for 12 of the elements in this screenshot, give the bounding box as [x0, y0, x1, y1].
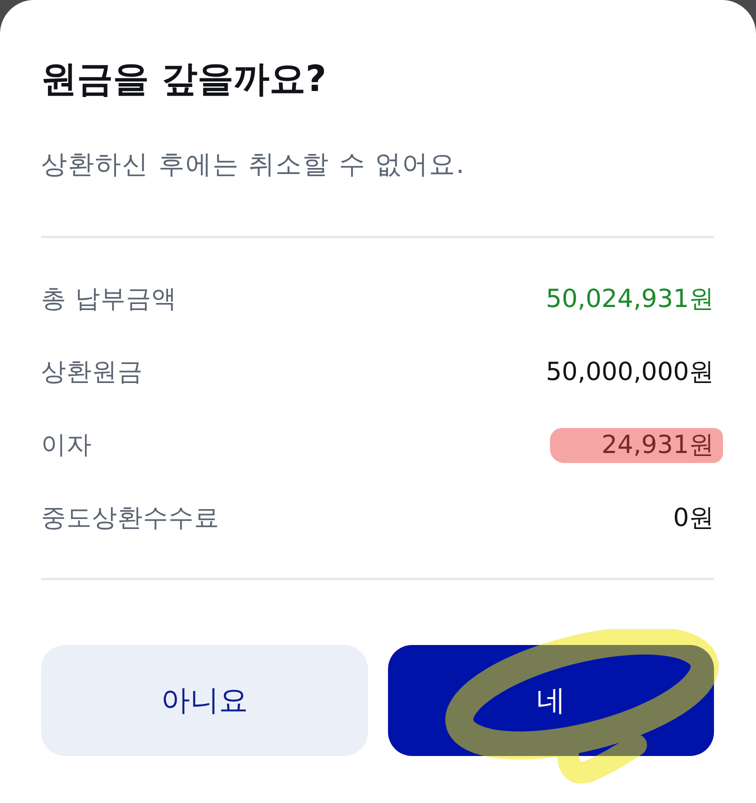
row-label: 이자 [41, 428, 92, 460]
dialog-title: 원금을 갚을까요? [41, 58, 328, 102]
confirm-button[interactable]: 네 [388, 645, 714, 756]
row-label: 중도상환수수료 [41, 502, 220, 534]
cancel-button[interactable]: 아니요 [41, 645, 368, 756]
amount-value: 24,931원 [602, 430, 714, 458]
row-label: 상환원금 [41, 356, 143, 388]
dialog-subtitle: 상환하신 후에는 취소할 수 없어요. [41, 149, 466, 182]
amount-value: 50,024,931원 [546, 284, 714, 312]
amount-value: 50,000,000원 [546, 356, 714, 386]
amount-value: 0원 [673, 502, 714, 532]
row-label: 총 납부금액 [41, 282, 177, 314]
